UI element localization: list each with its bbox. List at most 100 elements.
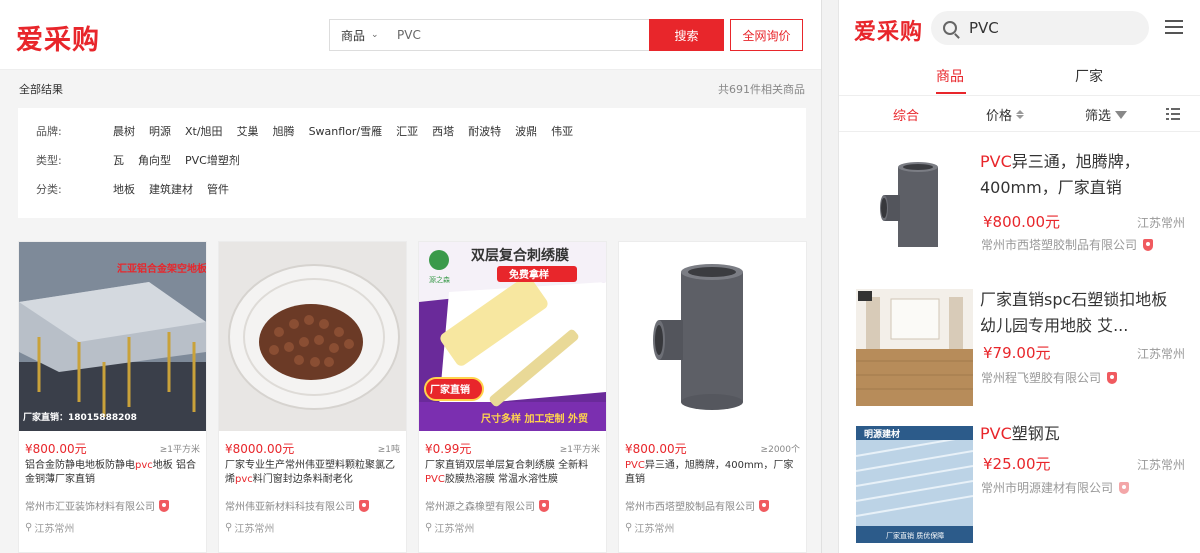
filter-option[interactable]: 晨树	[113, 123, 135, 139]
filter-option[interactable]: 汇亚	[396, 123, 418, 139]
filter-option[interactable]: 角向型	[138, 152, 171, 168]
filter-option[interactable]: 管件	[207, 181, 229, 197]
product-image[interactable]	[219, 242, 406, 431]
company-name: 常州伟亚新材料科技有限公司	[225, 502, 355, 513]
sort-general[interactable]: 综合	[893, 105, 919, 124]
verified-shield-icon	[539, 499, 549, 512]
search-category-select[interactable]: 商品 ⌄	[330, 27, 385, 44]
company-link[interactable]: 常州市西塔塑胶制品有限公司	[625, 498, 769, 513]
title-pre: 铝合金防静电地板防静电	[25, 460, 135, 471]
company-name: 常州市汇亚装饰材料有限公司	[25, 502, 155, 513]
location: ⚲ 江苏常州	[425, 520, 474, 535]
sort-price-label: 价格	[986, 109, 1013, 124]
filter-option[interactable]: Xt/旭田	[185, 123, 223, 139]
product-image[interactable]: 明源建材 厂家直销 质优保障	[856, 426, 973, 543]
search-button[interactable]: 搜索	[649, 19, 724, 51]
filter-row-type: 类型: 瓦 角向型 PVC增塑剂	[36, 152, 254, 168]
inquiry-button[interactable]: 全网询价	[730, 19, 803, 51]
title-pre: 厂家直销双层单层复合刺绣膜 全新料	[425, 460, 589, 471]
filter-option[interactable]: PVC增塑剂	[185, 152, 240, 168]
list-item[interactable]: 明源建材 厂家直销 质优保障 PVC塑钢瓦 ¥25.00元 江苏常州 常州市明源…	[839, 420, 1200, 550]
site-logo[interactable]: 爱采购	[16, 18, 100, 57]
tab-factories[interactable]: 厂家	[1075, 66, 1103, 86]
company-name: 常州市西塔塑胶制品有限公司	[625, 502, 755, 513]
filter-panel: 品牌: 晨树 明源 Xt/旭田 艾巢 旭腾 Swanflor/雪雁 汇亚 西塔 …	[18, 108, 806, 218]
min-order: ≥1平方米	[559, 445, 600, 455]
product-title[interactable]: 厂家直销spc石塑锁扣地板 幼儿园专用地胶 艾...	[980, 287, 1185, 339]
title-keyword: PVC	[980, 152, 1012, 171]
product-title[interactable]: 铝合金防静电地板防静电pvc地板 铝合金铜薄厂家直销	[25, 459, 201, 487]
results-bar: 全部结果 共691件相关商品	[0, 70, 821, 106]
company-link[interactable]: 常州市西塔塑胶制品有限公司	[981, 236, 1154, 253]
verified-shield-icon	[1143, 238, 1154, 251]
product-title[interactable]: PVC异三通，旭腾牌，400mm，厂家直销	[980, 149, 1185, 201]
product-card[interactable]: ¥8000.00元 ≥1吨 厂家专业生产常州伟亚塑料颗粒聚氯乙烯pvc料门窗封边…	[218, 241, 407, 553]
card-image-phone: 厂家直销：18015888208	[23, 411, 137, 423]
location: ⚲ 江苏常州	[25, 520, 74, 535]
product-card[interactable]: 汇亚铝合金架空地板 厂家直销：18015888208 ¥800.00元 ≥1平方…	[18, 241, 207, 553]
product-title[interactable]: 厂家专业生产常州伟亚塑料颗粒聚氯乙烯pvc料门窗封边条料耐老化	[225, 459, 401, 487]
verified-shield-icon	[159, 499, 169, 512]
company-link[interactable]: 常州程飞塑胶有限公司	[981, 369, 1118, 386]
company-name: 常州市明源建材有限公司	[981, 481, 1114, 495]
title-keyword: PVC	[625, 460, 645, 471]
title-keyword: pvc	[135, 460, 153, 471]
filter-option[interactable]: 明源	[149, 123, 171, 139]
filter-option[interactable]: 旭腾	[273, 123, 295, 139]
filter-option[interactable]: 西塔	[432, 123, 454, 139]
filter-button[interactable]: 筛选	[1085, 105, 1128, 124]
filter-option[interactable]: 艾巢	[237, 123, 259, 139]
company-link[interactable]: 常州市明源建材有限公司	[981, 479, 1130, 496]
product-image[interactable]: 汇亚铝合金架空地板 厂家直销：18015888208	[19, 242, 206, 431]
product-card[interactable]: ¥800.00元 ≥2000个 PVC异三通，旭腾牌，400mm，厂家直销 常州…	[618, 241, 807, 553]
product-grid: 汇亚铝合金架空地板 厂家直销：18015888208 ¥800.00元 ≥1平方…	[18, 241, 808, 553]
all-results-label[interactable]: 全部结果	[19, 81, 63, 97]
company-link[interactable]: 常州市汇亚装饰材料有限公司	[25, 498, 169, 513]
filter-option[interactable]: 伟亚	[551, 123, 573, 139]
filter-option[interactable]: 耐波特	[468, 123, 501, 139]
search-input[interactable]: PVC	[969, 19, 999, 37]
layout-toggle-icon[interactable]	[1166, 108, 1180, 120]
company-link[interactable]: 常州源之森橡塑有限公司	[425, 498, 549, 513]
title-post: 异三通，旭腾牌，400mm，厂家直销	[625, 460, 794, 485]
location-pin-icon: ⚲	[625, 522, 633, 533]
active-tab-indicator	[936, 92, 966, 94]
screenshot-root: 爱采购 商品 ⌄ PVC 搜索 全网询价 全部结果 共691件相关商品 品牌: …	[0, 0, 1200, 553]
min-order: ≥1平方米	[159, 445, 200, 455]
filter-option[interactable]: 波鼎	[515, 123, 537, 139]
list-item[interactable]: 厂家直销spc石塑锁扣地板 幼儿园专用地胶 艾... ¥79.00元 江苏常州 …	[839, 283, 1200, 413]
location-pin-icon: ⚲	[225, 522, 233, 533]
card-image-headline: 双层复合刺绣膜	[471, 247, 569, 264]
product-title[interactable]: PVC塑钢瓦	[980, 421, 1185, 447]
search-box[interactable]: PVC	[931, 11, 1149, 45]
min-order: ≥1吨	[377, 445, 400, 455]
product-price: ¥800.00元	[25, 442, 87, 456]
product-image[interactable]	[856, 289, 973, 406]
menu-icon[interactable]	[1165, 20, 1183, 35]
sort-price[interactable]: 价格	[986, 105, 1025, 124]
location: 江苏常州	[1136, 216, 1185, 230]
product-price: ¥800.00元	[625, 442, 687, 456]
desktop-header: 爱采购 商品 ⌄ PVC 搜索 全网询价	[0, 0, 821, 70]
filter-option[interactable]: Swanflor/雪雁	[309, 123, 383, 139]
product-title[interactable]: 厂家直销双层单层复合刺绣膜 全新料 PVC胶膜热溶膜 常温水溶性膜	[425, 459, 601, 487]
filter-option[interactable]: 瓦	[113, 152, 124, 168]
title-post: 厂家直销spc石塑锁扣地板 幼儿园专用地胶 艾...	[980, 290, 1168, 335]
list-item[interactable]: PVC异三通，旭腾牌，400mm，厂家直销 ¥800.00元 江苏常州 常州市西…	[839, 145, 1200, 275]
tab-products[interactable]: 商品	[936, 66, 964, 86]
location: 江苏常州	[1136, 458, 1185, 472]
filter-option[interactable]: 地板	[113, 181, 135, 197]
location-text: 江苏常州	[234, 524, 275, 535]
company-link[interactable]: 常州伟亚新材料科技有限公司	[225, 498, 369, 513]
search-icon	[943, 21, 957, 35]
title-keyword: PVC	[425, 474, 445, 485]
title-post: 料门窗封边条料耐老化	[252, 474, 353, 485]
product-image[interactable]	[619, 242, 806, 431]
site-logo[interactable]: 爱采购	[854, 14, 923, 46]
filter-option[interactable]: 建筑建材	[149, 181, 193, 197]
search-category-label: 商品	[341, 28, 366, 43]
product-image[interactable]: 源之森 双层复合刺绣膜 免费拿样 厂家直销 尺寸多样 加工定制 外贸	[419, 242, 606, 431]
product-title[interactable]: PVC异三通，旭腾牌，400mm，厂家直销	[625, 459, 801, 487]
product-card[interactable]: 源之森 双层复合刺绣膜 免费拿样 厂家直销 尺寸多样 加工定制 外贸 ¥0.99…	[418, 241, 607, 553]
product-image[interactable]	[856, 145, 973, 262]
